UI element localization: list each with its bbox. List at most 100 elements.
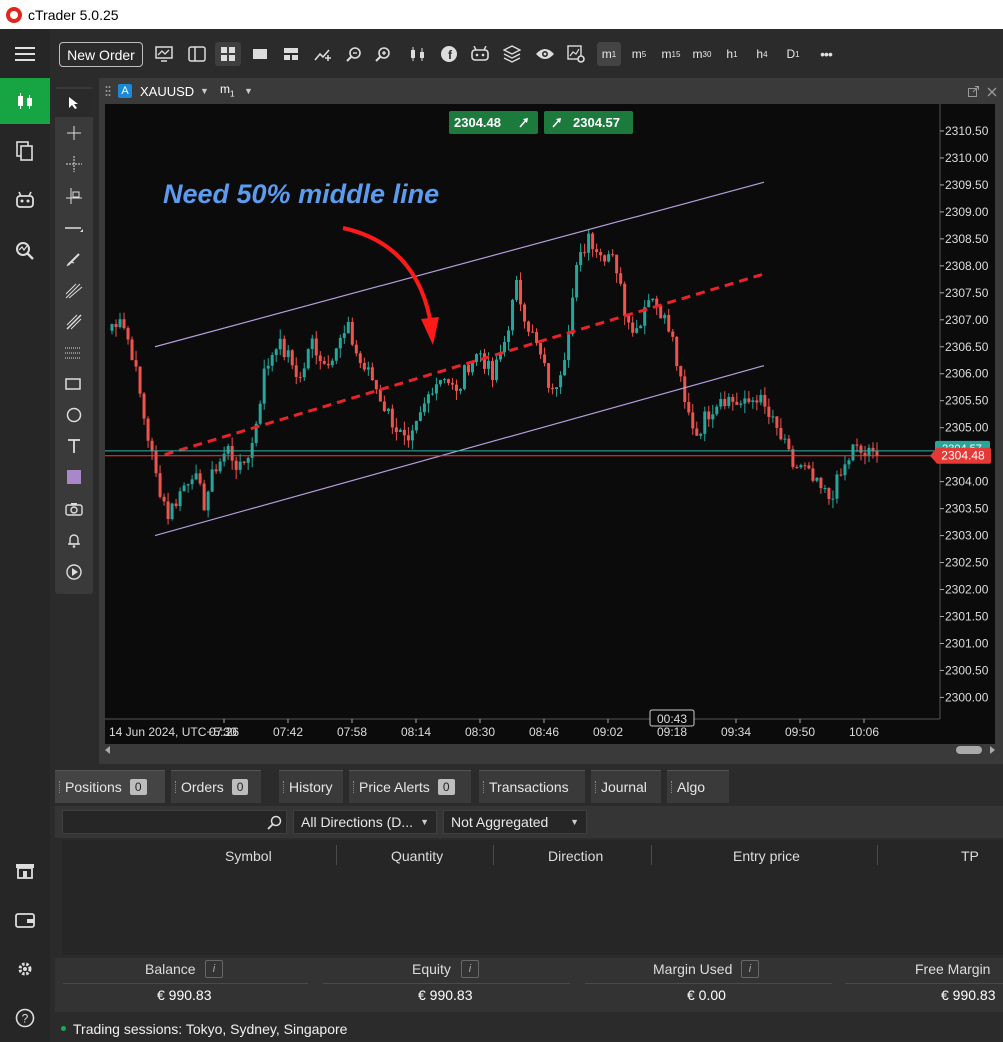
close-chart-icon[interactable] bbox=[987, 87, 997, 97]
menu-icon[interactable] bbox=[0, 31, 50, 77]
chart-type-candles-icon[interactable] bbox=[406, 42, 430, 66]
scroll-right-icon[interactable] bbox=[990, 746, 995, 754]
help-icon[interactable]: ? bbox=[0, 995, 50, 1041]
candle-body bbox=[386, 408, 390, 412]
copy-icon[interactable] bbox=[0, 128, 50, 174]
camera-icon[interactable] bbox=[55, 495, 93, 523]
aggregation-filter-select[interactable]: Not Aggregated ▼ bbox=[443, 810, 587, 834]
tab-algo[interactable]: Algo bbox=[667, 770, 729, 803]
cursor-arrow-icon[interactable] bbox=[55, 89, 93, 117]
chart-monitor-icon[interactable] bbox=[151, 42, 177, 66]
bid-price-tag-text: 2304.48 bbox=[941, 449, 985, 463]
detach-window-icon[interactable] bbox=[968, 86, 979, 97]
tab-journal[interactable]: Journal bbox=[591, 770, 661, 803]
more-options-button[interactable]: ••• bbox=[812, 42, 840, 66]
candle-body bbox=[791, 449, 795, 468]
search-icon bbox=[267, 815, 282, 830]
timeframe-dropdown-caret-icon[interactable]: ▼ bbox=[244, 86, 253, 96]
candle-body bbox=[486, 360, 490, 369]
timeframe-h4-button[interactable]: h4 bbox=[750, 42, 774, 66]
candle-body bbox=[238, 461, 242, 470]
color-swatch-icon[interactable] bbox=[55, 463, 93, 491]
zoom-in-icon[interactable] bbox=[371, 42, 395, 66]
tab-transactions[interactable]: Transactions bbox=[479, 770, 585, 803]
price-chart[interactable]: 2310.50 2310.00 2309.50 2309.00 2308.50 2308.… bbox=[105, 104, 995, 744]
settings-gear-icon[interactable] bbox=[0, 946, 50, 992]
candle-body bbox=[823, 487, 827, 489]
chart-header: A XAUUSD ▼ m1 ▼ bbox=[99, 78, 1003, 104]
algo-robot-icon[interactable] bbox=[0, 177, 50, 223]
layout-panel-icon[interactable] bbox=[184, 42, 210, 66]
grid-layout-icon[interactable] bbox=[215, 42, 241, 66]
column-header-direction[interactable]: Direction bbox=[548, 848, 603, 864]
crosshair-grid-icon[interactable] bbox=[55, 150, 93, 178]
store-icon[interactable] bbox=[0, 848, 50, 894]
tab-positions[interactable]: Positions 0 bbox=[55, 770, 165, 803]
fibonacci-icon[interactable] bbox=[55, 277, 93, 305]
tab-history[interactable]: History bbox=[279, 770, 343, 803]
tab-price-alerts[interactable]: Price Alerts 0 bbox=[349, 770, 471, 803]
timeframe-m1-button[interactable]: m1 bbox=[597, 42, 621, 66]
facebook-icon[interactable]: f bbox=[437, 42, 461, 66]
annotation-text[interactable]: Need 50% middle line bbox=[163, 179, 439, 209]
info-icon[interactable]: i bbox=[205, 960, 223, 978]
analyze-search-icon[interactable] bbox=[0, 228, 50, 274]
column-header-entry-price[interactable]: Entry price bbox=[733, 848, 800, 864]
eye-icon[interactable] bbox=[532, 42, 558, 66]
trade-candles-icon[interactable] bbox=[0, 78, 50, 124]
rectangle-icon[interactable] bbox=[55, 370, 93, 398]
new-order-button[interactable]: New Order bbox=[59, 42, 143, 67]
timeframe-h1-button[interactable]: h1 bbox=[720, 42, 744, 66]
scroll-thumb[interactable] bbox=[956, 746, 982, 754]
column-header-quantity[interactable]: Quantity bbox=[391, 848, 443, 864]
candle-body bbox=[334, 348, 338, 361]
candle-body bbox=[503, 341, 507, 353]
candle-body bbox=[611, 254, 615, 256]
measure-icon[interactable] bbox=[55, 182, 93, 210]
column-header-symbol[interactable]: Symbol bbox=[225, 848, 272, 864]
bot-icon[interactable] bbox=[468, 42, 492, 66]
pitchfork-icon[interactable] bbox=[55, 308, 93, 336]
candle-body bbox=[382, 401, 386, 412]
layers-icon[interactable] bbox=[500, 42, 524, 66]
chart-timeframe-selector[interactable]: m1 bbox=[220, 82, 234, 98]
buy-price-button[interactable]: 2304.57 bbox=[544, 111, 633, 134]
timeframe-m15-button[interactable]: m 15 bbox=[658, 42, 684, 66]
positions-search-input[interactable] bbox=[62, 810, 287, 834]
symbol-dropdown-caret-icon[interactable]: ▼ bbox=[200, 86, 209, 96]
tab-orders[interactable]: Orders 0 bbox=[171, 770, 261, 803]
candle-body bbox=[234, 460, 238, 470]
pencil-icon[interactable] bbox=[55, 245, 93, 273]
chevron-down-icon: ▼ bbox=[570, 817, 579, 827]
wallet-icon[interactable] bbox=[0, 897, 50, 943]
direction-filter-select[interactable]: All Directions (D... ▼ bbox=[293, 810, 437, 834]
candle-body bbox=[519, 279, 523, 305]
timeframe-d1-button[interactable]: D1 bbox=[781, 42, 805, 66]
ellipse-icon[interactable] bbox=[55, 401, 93, 429]
crosshair-icon[interactable] bbox=[55, 119, 93, 147]
horizontal-line-icon[interactable] bbox=[55, 214, 93, 242]
sell-price-button[interactable]: 2304.48 bbox=[449, 111, 538, 134]
candle-body bbox=[402, 429, 406, 436]
add-indicator-icon[interactable] bbox=[310, 42, 336, 66]
drag-grip-icon[interactable] bbox=[105, 85, 111, 99]
single-layout-icon[interactable] bbox=[247, 42, 273, 66]
replay-icon[interactable] bbox=[55, 558, 93, 586]
alert-bell-icon[interactable] bbox=[55, 526, 93, 554]
chart-settings-icon[interactable] bbox=[564, 42, 588, 66]
text-tool-icon[interactable] bbox=[55, 432, 93, 460]
symbol-selector[interactable]: XAUUSD bbox=[140, 84, 194, 99]
timeframe-m30-button[interactable]: m 30 bbox=[689, 42, 715, 66]
fib-levels-icon[interactable] bbox=[55, 339, 93, 367]
timeframe-m5-button[interactable]: m5 bbox=[627, 42, 651, 66]
split-layout-icon[interactable] bbox=[278, 42, 304, 66]
zoom-out-icon[interactable] bbox=[342, 42, 366, 66]
chart-horizontal-scrollbar[interactable] bbox=[105, 744, 995, 756]
scroll-left-icon[interactable] bbox=[105, 746, 110, 754]
info-icon[interactable]: i bbox=[461, 960, 479, 978]
price-tick-label: 2308.00 bbox=[945, 259, 989, 273]
column-header-tp[interactable]: TP bbox=[961, 848, 979, 864]
candle-body bbox=[559, 375, 563, 388]
candle-body bbox=[322, 360, 326, 364]
info-icon[interactable]: i bbox=[741, 960, 759, 978]
